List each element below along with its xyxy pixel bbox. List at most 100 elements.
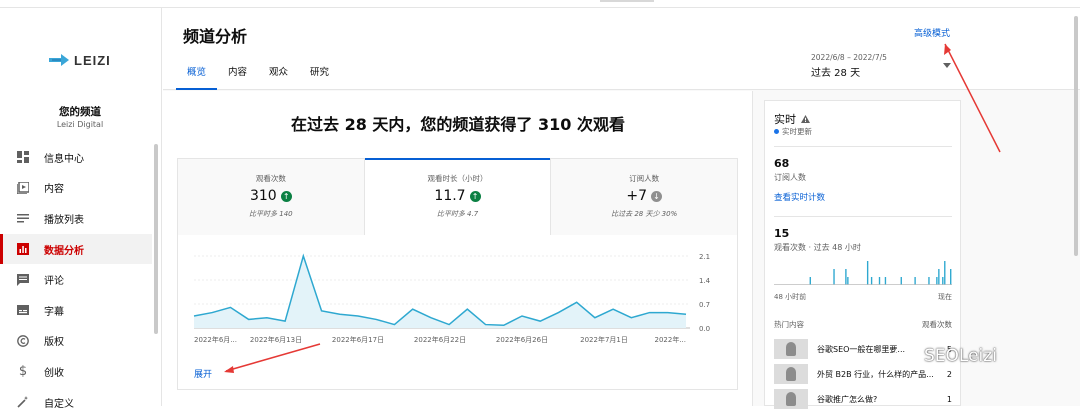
- video-library-icon: [16, 181, 30, 195]
- video-thumbnail: [774, 339, 808, 359]
- video-title: 外贸 B2B 行业，什么样的产品...: [817, 369, 934, 379]
- realtime-bar: [942, 277, 944, 285]
- realtime-title: 实时: [774, 113, 796, 126]
- overview-headline: 在过去 28 天内，您的频道获得了 310 次观看: [291, 115, 625, 134]
- metric-watch-time[interactable]: 观看时长（小时） 11.7 ↑ 比平时多 4.7: [364, 158, 552, 235]
- sidebar-item-monetization[interactable]: $ 创收: [0, 356, 152, 387]
- date-range-label: 过去 28 天: [811, 68, 861, 79]
- tab-audience[interactable]: 观众: [258, 66, 299, 90]
- top-video-item[interactable]: 谷歌推广怎么做? 1: [774, 389, 952, 409]
- realtime-subtitle: 实时更新: [782, 127, 812, 136]
- realtime-bar: [878, 277, 881, 285]
- realtime-bar: [950, 269, 952, 285]
- channel-title: 您的频道: [59, 106, 101, 118]
- tab-overview[interactable]: 概览: [176, 66, 218, 90]
- sidebar-item-dashboard[interactable]: 信息中心: [0, 142, 152, 173]
- realtime-bar: [944, 261, 946, 285]
- realtime-bar: [809, 277, 811, 285]
- y-tick-label: 0.7: [699, 301, 710, 309]
- realtime-bar: [928, 277, 930, 285]
- realtime-bar: [870, 277, 873, 285]
- realtime-bar-chart[interactable]: [774, 259, 952, 285]
- metric-label: 观看次数: [255, 174, 286, 183]
- sidebar-item-comments[interactable]: 评论: [0, 264, 152, 295]
- date-range-selector[interactable]: 2022/6/8 – 2022/7/5 过去 28 天: [811, 53, 887, 79]
- realtime-bar: [847, 277, 849, 285]
- realtime-bar: [845, 269, 847, 285]
- wechat-icon: [894, 346, 920, 365]
- sidebar-item-copyright[interactable]: 版权: [0, 326, 152, 357]
- video-title: 谷歌推广怎么做?: [817, 394, 878, 404]
- warning-icon[interactable]: [801, 115, 810, 123]
- sidebar-item-label: 版权: [44, 337, 64, 349]
- video-thumbnail: [774, 389, 808, 409]
- x-tick-label: 2022年6月...: [194, 335, 237, 344]
- metric-label: 订阅人数: [629, 174, 660, 183]
- date-range: 2022/6/8 – 2022/7/5: [811, 53, 887, 62]
- watch-time-chart[interactable]: 2.1 1.4 0.7 0.0 2022年6月... 2022年6月13日 2022年6月1…: [178, 239, 739, 354]
- x-tick-label: 2022年6月26日: [496, 335, 548, 344]
- top-content-label: 热门内容: [774, 320, 804, 329]
- trend-down-icon: ↓: [651, 190, 662, 202]
- dashboard-icon: [16, 150, 30, 164]
- logo-text: LEIZI: [74, 52, 111, 68]
- sidebar: LEIZI 您的频道 Leizi Digital 信息中心 内容 播放列表 数据…: [0, 8, 162, 410]
- realtime-bar: [938, 269, 940, 285]
- metrics-card: 观看次数 310 ↑ 比平时多 140 观看时长（小时） 11.7 ↑ 比平时多 4…: [177, 158, 738, 390]
- dropdown-caret-icon[interactable]: [943, 63, 951, 68]
- realtime-bar: [833, 269, 835, 285]
- metric-note: 比平时多 140: [249, 210, 293, 218]
- realtime-axis-end: 现在: [938, 293, 952, 301]
- video-thumbnail: [774, 364, 808, 384]
- metric-subscribers[interactable]: 订阅人数 +7 ↓ 比过去 28 天少 30%: [551, 159, 738, 235]
- watermark-text: SEOLeizi: [924, 346, 997, 366]
- advanced-mode-link[interactable]: 高级模式: [914, 26, 950, 39]
- comment-icon: [16, 273, 30, 287]
- x-tick-label: 2022年...: [655, 335, 687, 344]
- subtitles-icon: [16, 303, 30, 317]
- page-title: 频道分析: [183, 27, 248, 46]
- watermark: SEOLeizi: [894, 346, 997, 366]
- analytics-tabs: 概览 内容 观众 研究: [176, 66, 340, 90]
- metric-tabs: 观看次数 310 ↑ 比平时多 140 观看时长（小时） 11.7 ↑ 比平时多 4…: [178, 158, 738, 235]
- sidebar-item-label: 创收: [44, 367, 64, 379]
- view-live-count-link[interactable]: 查看实时计数: [774, 191, 825, 203]
- sidebar-item-subtitles[interactable]: 字幕: [0, 295, 152, 326]
- top-video-item[interactable]: 外贸 B2B 行业，什么样的产品... 2: [774, 364, 952, 384]
- page-header: 频道分析 高级模式 概览 内容 观众 研究 2022/6/8 – 2022/7/…: [163, 8, 1080, 90]
- y-tick-label: 1.4: [699, 277, 711, 285]
- realtime-subscribers: 68: [774, 157, 790, 170]
- logo-arrow-icon: [49, 54, 69, 66]
- tab-content[interactable]: 内容: [217, 66, 258, 90]
- realtime-bar: [884, 277, 887, 285]
- sidebar-item-analytics[interactable]: 数据分析: [0, 233, 152, 265]
- views-column-label: 观看次数: [922, 320, 952, 329]
- sidebar-item-label: 内容: [44, 184, 64, 196]
- metric-views[interactable]: 观看次数 310 ↑ 比平时多 140: [178, 159, 365, 235]
- x-tick-label: 2022年6月17日: [332, 335, 384, 344]
- magic-wand-icon: [16, 395, 30, 409]
- expand-link[interactable]: 展开: [194, 367, 212, 380]
- overview-panel: 在过去 28 天内，您的频道获得了 310 次观看 观看次数 310 ↑ 比平时多…: [163, 91, 753, 406]
- dollar-icon: $: [18, 363, 28, 379]
- sidebar-scrollbar[interactable]: [154, 144, 158, 334]
- sidebar-item-content[interactable]: 内容: [0, 173, 152, 204]
- x-tick-label: 2022年6月13日: [250, 335, 302, 344]
- sidebar-item-label: 字幕: [44, 306, 64, 318]
- video-view-count: 2: [946, 369, 952, 379]
- live-dot-icon: [774, 129, 779, 134]
- sidebar-item-customization[interactable]: 自定义: [0, 387, 152, 417]
- metric-note: 比过去 28 天少 30%: [611, 210, 678, 218]
- sidebar-item-label: 信息中心: [44, 153, 84, 165]
- video-view-count: 1: [946, 394, 952, 404]
- sidebar-item-playlists[interactable]: 播放列表: [0, 203, 152, 234]
- realtime-bar: [936, 277, 938, 285]
- page-scrollbar[interactable]: [1074, 16, 1078, 256]
- metric-value: 11.7: [434, 188, 466, 204]
- x-tick-label: 2022年7月1日: [580, 335, 628, 344]
- metric-note: 比平时多 4.7: [436, 210, 479, 218]
- realtime-bar: [900, 277, 902, 285]
- tab-research[interactable]: 研究: [299, 66, 340, 90]
- realtime-views: 15: [774, 227, 790, 240]
- leizi-logo[interactable]: LEIZI: [48, 52, 111, 68]
